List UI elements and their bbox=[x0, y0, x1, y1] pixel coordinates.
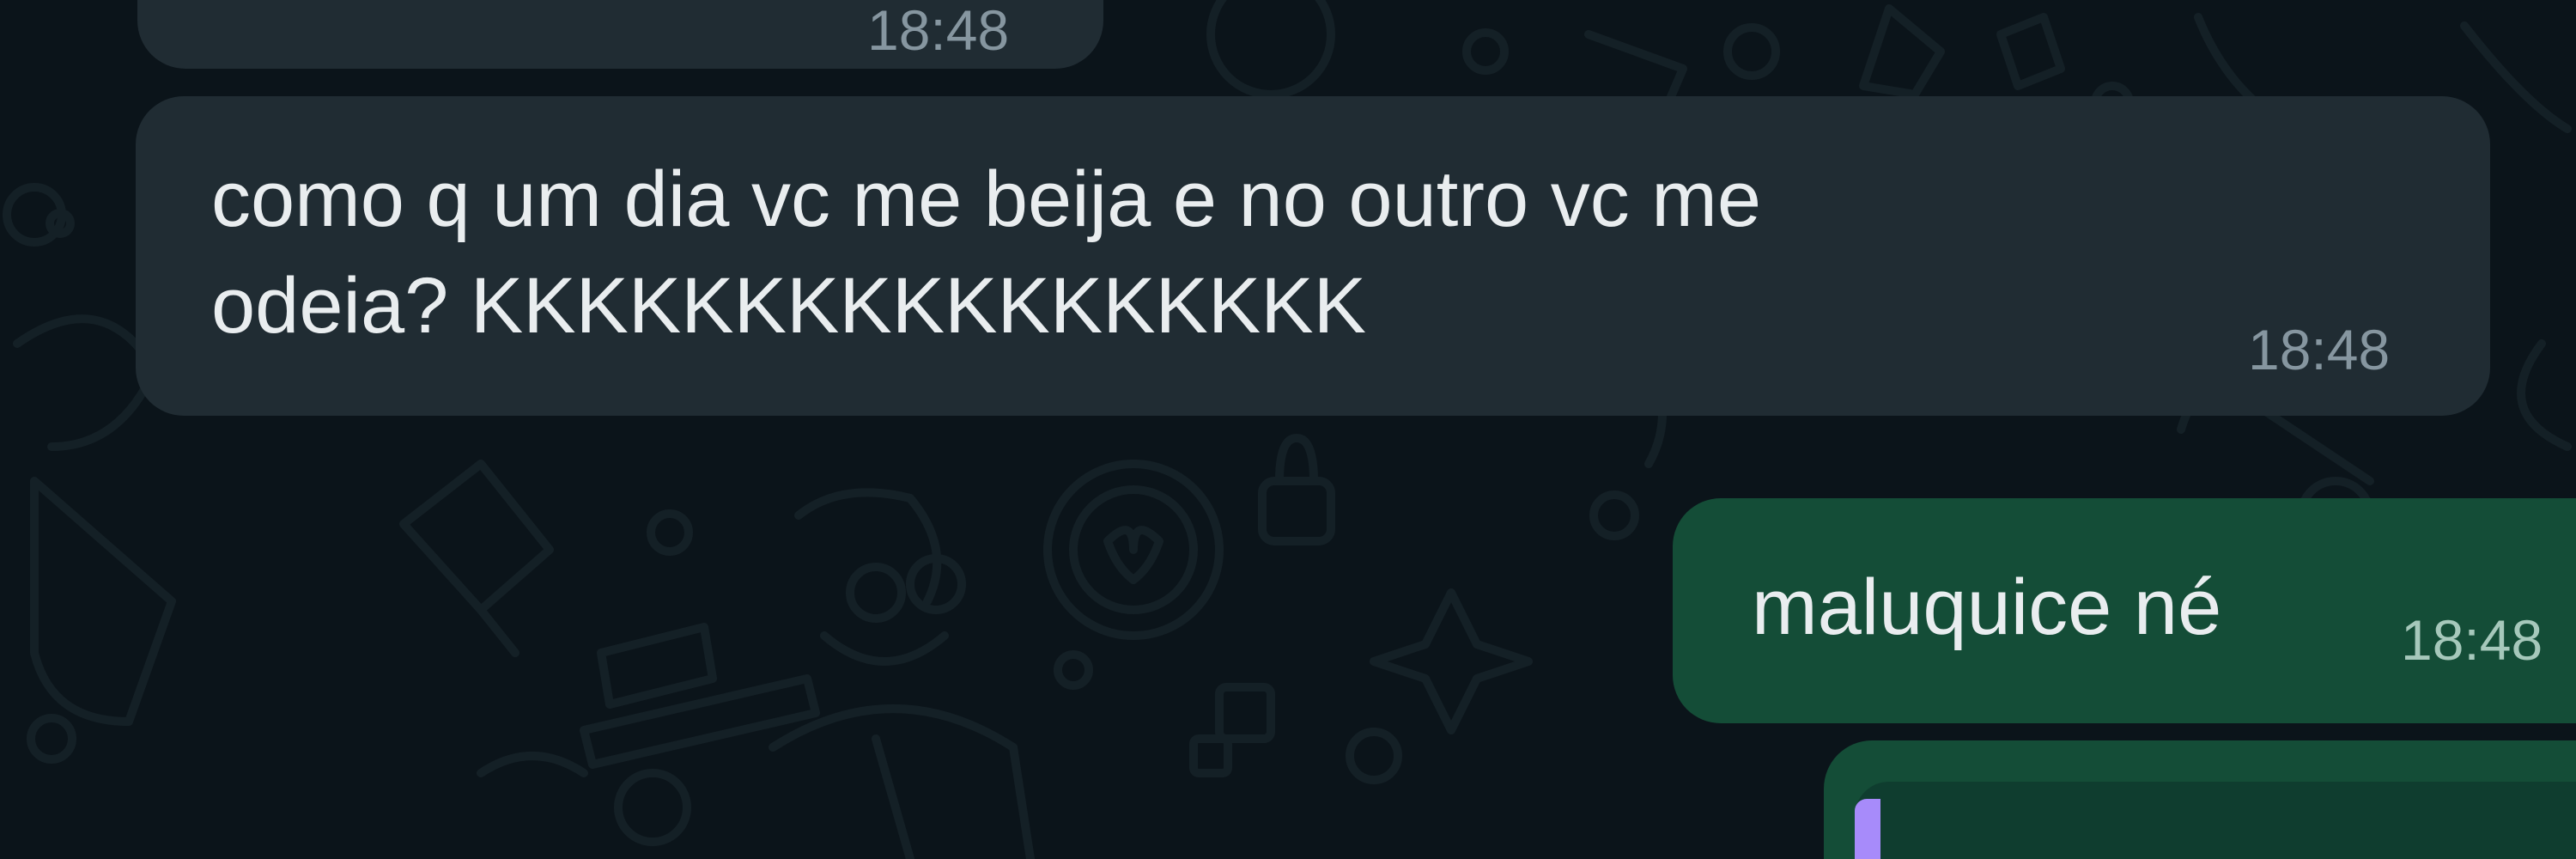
outgoing-message[interactable]: maluquice né 18:48 bbox=[1673, 498, 2576, 723]
quoted-reply-accent-bar bbox=[1855, 799, 1880, 859]
incoming-message-partial[interactable]: 18:48 bbox=[137, 0, 1103, 69]
chat-area[interactable]: 18:48 como q um dia vc me beija e no out… bbox=[0, 0, 2576, 859]
incoming-message[interactable]: como q um dia vc me beija e no outro vc … bbox=[136, 96, 2490, 416]
quoted-reply-preview[interactable] bbox=[1855, 782, 2576, 859]
message-timestamp: 18:48 bbox=[2248, 318, 2391, 381]
message-text-line-2: odeia? KKKKKKKKKKKKKKKKK bbox=[211, 262, 1367, 350]
message-timestamp: 18:48 bbox=[867, 0, 1010, 62]
message-text: maluquice né bbox=[1752, 564, 2222, 651]
message-text-line-1: como q um dia vc me beija e no outro vc … bbox=[211, 155, 1762, 243]
message-timestamp: 18:48 bbox=[2401, 608, 2543, 672]
